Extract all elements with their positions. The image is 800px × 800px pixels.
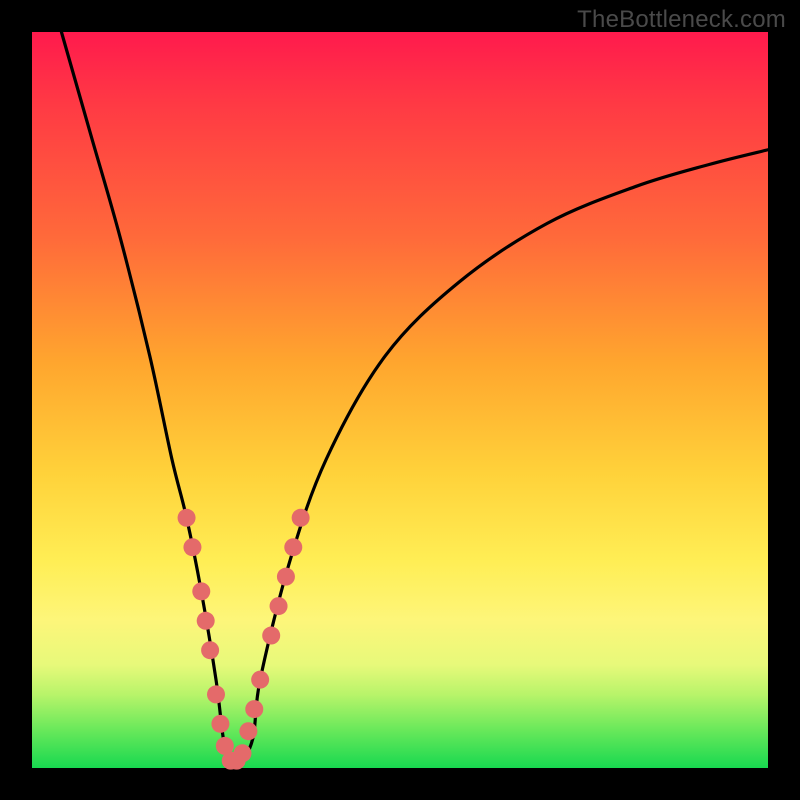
highlight-point <box>284 538 302 556</box>
highlight-point <box>192 582 210 600</box>
highlight-point <box>251 671 269 689</box>
highlight-point <box>201 641 219 659</box>
watermark-text: TheBottleneck.com <box>577 6 786 34</box>
highlight-point <box>178 509 196 527</box>
highlight-point <box>207 685 225 703</box>
highlight-point <box>239 722 257 740</box>
highlight-point <box>292 509 310 527</box>
highlight-point <box>211 715 229 733</box>
highlight-point <box>270 597 288 615</box>
highlight-point <box>233 744 251 762</box>
bottleneck-curve-path <box>61 32 768 772</box>
highlight-point <box>197 612 215 630</box>
plot-area <box>32 32 768 768</box>
curve-layer <box>32 32 768 768</box>
chart-frame: TheBottleneck.com <box>0 0 800 800</box>
highlight-point <box>183 538 201 556</box>
highlight-markers <box>178 509 310 770</box>
highlight-point <box>277 568 295 586</box>
highlight-point <box>245 700 263 718</box>
highlight-point <box>262 627 280 645</box>
